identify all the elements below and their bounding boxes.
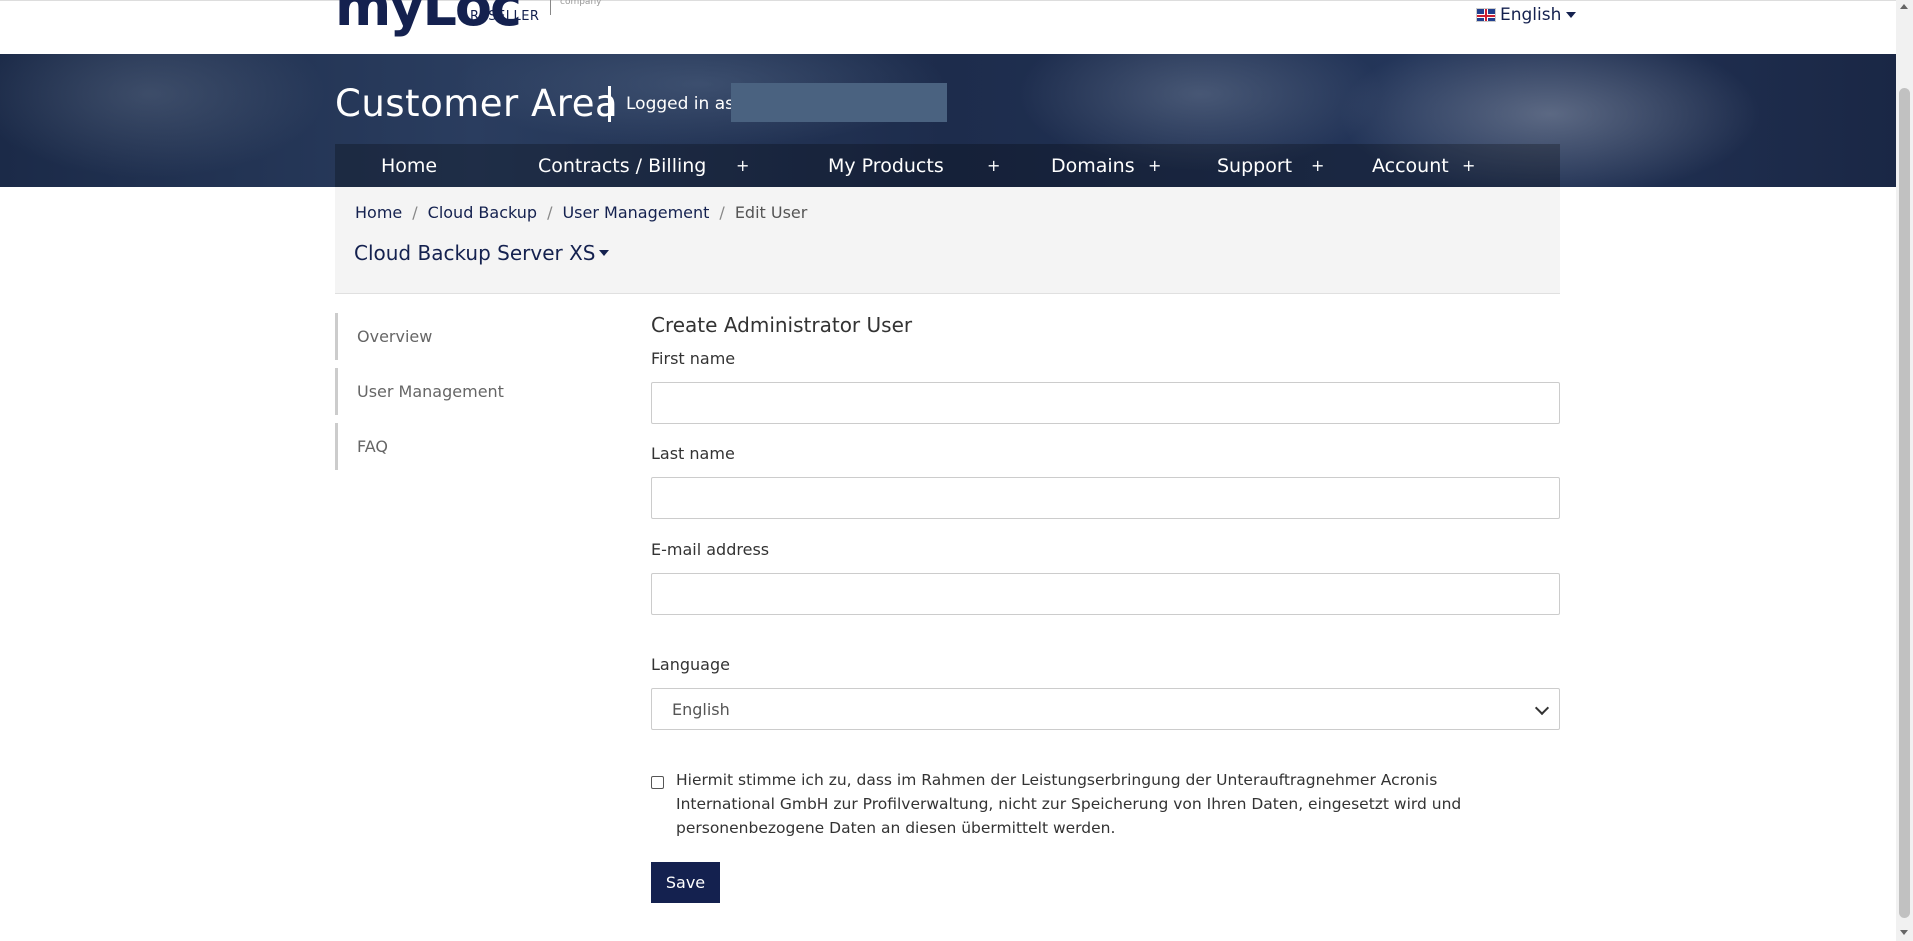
breadcrumb-separator: / xyxy=(412,203,418,222)
product-selector[interactable]: Cloud Backup Server XS xyxy=(354,241,609,265)
nav-item-domains[interactable]: Domains xyxy=(1051,144,1135,187)
first-name-field[interactable] xyxy=(651,382,1560,424)
save-button[interactable]: Save xyxy=(651,862,720,903)
language-select[interactable]: English xyxy=(651,688,1560,730)
sidebar-item-user-management[interactable]: User Management xyxy=(335,368,585,415)
last-name-label: Last name xyxy=(651,444,735,463)
language-switcher-label: English xyxy=(1500,5,1562,25)
chevron-down-icon xyxy=(1534,700,1550,716)
nav-item-contracts-billing[interactable]: Contracts / Billing xyxy=(538,144,706,187)
last-name-field[interactable] xyxy=(651,477,1560,519)
breadcrumb-user-management[interactable]: User Management xyxy=(562,203,709,222)
nav-expand-contracts-billing[interactable]: + xyxy=(736,144,749,187)
uk-flag-icon xyxy=(1476,8,1496,22)
sidebar-item-faq[interactable]: FAQ xyxy=(335,423,585,470)
consent-text: Hiermit stimme ich zu, dass im Rahmen de… xyxy=(676,771,1462,837)
email-label: E-mail address xyxy=(651,540,770,559)
nav-expand-my-products[interactable]: + xyxy=(987,144,1000,187)
logged-in-label: Logged in as xyxy=(626,94,734,114)
language-label: Language xyxy=(651,655,730,674)
email-field[interactable] xyxy=(651,573,1560,615)
scroll-down-arrow-icon[interactable] xyxy=(1900,930,1908,935)
nav-item-my-products[interactable]: My Products xyxy=(828,144,944,187)
nav-expand-domains[interactable]: + xyxy=(1148,144,1161,187)
nav-item-home[interactable]: Home xyxy=(381,144,437,187)
top-bar: myLoc RESELLER company English xyxy=(0,0,1896,55)
breadcrumb: Home / Cloud Backup / User Management / … xyxy=(355,203,807,222)
nav-item-account[interactable]: Account xyxy=(1372,144,1449,187)
page-title: Customer Area xyxy=(335,82,619,125)
breadcrumb-panel: Home / Cloud Backup / User Management / … xyxy=(335,187,1560,294)
breadcrumb-separator: / xyxy=(547,203,553,222)
nav-item-support[interactable]: Support xyxy=(1217,144,1292,187)
scroll-up-arrow-icon[interactable] xyxy=(1900,4,1908,9)
language-select-value: English xyxy=(672,699,730,719)
main-nav: Home Contracts / Billing + My Products +… xyxy=(335,144,1560,187)
nav-expand-support[interactable]: + xyxy=(1311,144,1324,187)
caret-down-icon xyxy=(1566,12,1577,18)
breadcrumb-home[interactable]: Home xyxy=(355,203,402,222)
caret-down-icon xyxy=(598,250,609,256)
form-title: Create Administrator User xyxy=(651,313,913,337)
page-scrollbar[interactable] xyxy=(1896,0,1913,941)
sidebar-item-overview[interactable]: Overview xyxy=(335,313,585,360)
title-divider xyxy=(608,86,611,122)
product-selector-label: Cloud Backup Server XS xyxy=(354,241,596,265)
logged-in-user-redacted xyxy=(731,83,947,122)
breadcrumb-separator: / xyxy=(719,203,725,222)
scrollbar-thumb[interactable] xyxy=(1899,88,1910,918)
logo-divider xyxy=(550,0,551,15)
breadcrumb-edit-user: Edit User xyxy=(734,203,808,222)
logo-company-label: company xyxy=(560,0,602,7)
nav-expand-account[interactable]: + xyxy=(1462,144,1475,187)
breadcrumb-cloud-backup[interactable]: Cloud Backup xyxy=(428,203,537,222)
first-name-label: First name xyxy=(651,349,736,368)
consent-checkbox[interactable] xyxy=(651,776,664,789)
sidebar: Overview User Management FAQ xyxy=(335,313,585,478)
language-switcher[interactable]: English xyxy=(1476,4,1577,26)
logo-reseller-label: RESELLER xyxy=(470,9,540,24)
